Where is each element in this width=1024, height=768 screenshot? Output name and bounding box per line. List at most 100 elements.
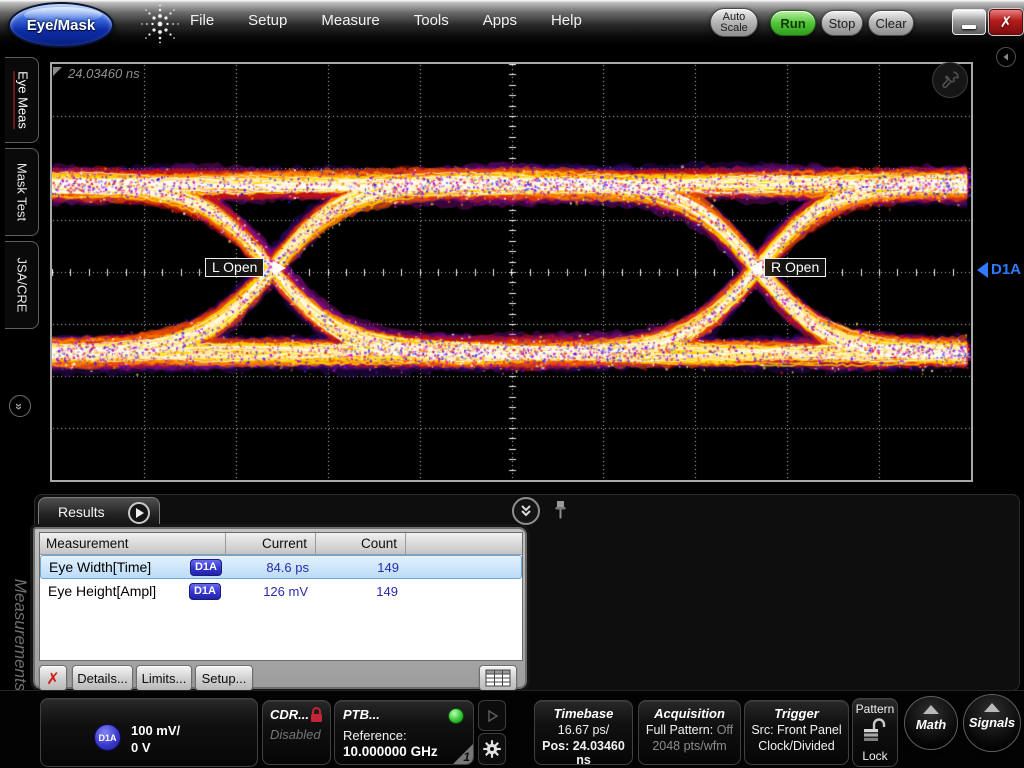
trigger-panel[interactable]: Trigger Src: Front Panel Clock/Divided [744, 700, 849, 765]
measurement-name: Eye Width[Time] [49, 559, 151, 575]
acquisition-points: 2048 pts/wfm [639, 739, 740, 753]
results-table-header: Measurement Current Count [40, 533, 522, 555]
tab-jsa-cre-label: JSA/CRE [14, 258, 29, 313]
tab-mask-test[interactable]: Mask Test [5, 148, 39, 236]
minimize-button[interactable] [952, 9, 986, 35]
auto-scale-button[interactable]: Auto Scale [710, 8, 758, 37]
tab-jsa-cre[interactable]: JSA/CRE [5, 241, 39, 329]
setup-button[interactable]: Setup... [195, 665, 253, 691]
menu-apps[interactable]: Apps [483, 12, 517, 29]
titlebar: Eye/Mask File Setup Measure Tools Apps H… [0, 0, 1024, 45]
menu-setup[interactable]: Setup [248, 12, 287, 29]
agilent-spark-icon [138, 3, 182, 45]
pushpin-icon [552, 500, 569, 522]
timebase-scale: 16.67 ps/ [535, 723, 632, 737]
cdr-title: CDR... [270, 707, 309, 722]
column-current: Current [226, 533, 316, 554]
play-outline-icon [484, 708, 500, 724]
triangle-up-icon [923, 705, 939, 714]
cdr-panel[interactable]: CDR... Disabled [262, 700, 331, 765]
channel-offset: 0 V [131, 740, 151, 755]
table-view-button[interactable] [479, 665, 517, 691]
limits-button[interactable]: Limits... [136, 665, 192, 691]
timebase-panel[interactable]: Timebase 16.67 ps/ Pos: 24.03460 ns [534, 700, 633, 765]
timebase-title: Timebase [535, 706, 632, 721]
triangle-left-icon [1001, 52, 1011, 62]
pin-panel-button[interactable] [552, 500, 569, 527]
menu-tools[interactable]: Tools [414, 12, 449, 29]
math-label: Math [916, 717, 946, 732]
display-collapse-button[interactable] [996, 47, 1016, 67]
clear-button[interactable]: Clear [868, 10, 914, 36]
measurement-name: Eye Height[Ampl] [48, 583, 156, 599]
results-table: Measurement Current Count Eye Width[Time… [39, 532, 523, 661]
lock-label: Lock [853, 749, 897, 763]
close-icon: ✗ [1000, 13, 1013, 31]
acquisition-pattern: Full Pattern: Off [639, 723, 740, 737]
status-led-icon [448, 708, 464, 724]
tab-mask-test-label: Mask Test [14, 163, 29, 221]
math-button[interactable]: Math [904, 696, 958, 750]
stop-button[interactable]: Stop [821, 10, 863, 36]
run-button[interactable]: Run [770, 10, 816, 36]
channel-badge: D1A [94, 724, 121, 751]
delay-marker-icon [53, 67, 62, 76]
results-body: Measurement Current Count Eye Width[Time… [33, 527, 527, 689]
tab-eye-meas-label: Eye Meas [13, 71, 30, 129]
tab-eye-meas[interactable]: Eye Meas [5, 57, 39, 143]
measurement-count: 149 [316, 584, 406, 599]
l-open-marker[interactable]: L Open [205, 258, 264, 277]
r-open-marker[interactable]: R Open [764, 258, 826, 277]
r-open-label: R Open [771, 259, 819, 275]
run-state-button[interactable] [478, 700, 506, 731]
measurement-current: 84.6 ps [227, 560, 317, 575]
display-tools-button[interactable] [932, 62, 968, 98]
chevron-more-icon: » [12, 402, 27, 409]
measurement-current: 126 mV [226, 584, 316, 599]
acquisition-title: Acquisition [639, 706, 740, 721]
settings-button[interactable] [478, 733, 506, 765]
delete-measurement-button[interactable]: ✗ [39, 665, 67, 691]
channel-level-marker[interactable]: D1A [977, 261, 1021, 278]
menu-help[interactable]: Help [551, 12, 582, 29]
channel-setup-panel[interactable]: D1A 100 mV/ 0 V [40, 698, 258, 767]
details-button[interactable]: Details... [72, 665, 133, 691]
ptb-reference-value: 10.000000 GHz [343, 744, 438, 759]
arrow-right-icon [273, 261, 286, 275]
mode-selector-button[interactable]: Eye/Mask [8, 2, 114, 48]
wrench-icon [939, 69, 961, 91]
table-icon [485, 669, 511, 687]
timebase-position: Pos: 24.03460 ns [535, 739, 632, 765]
chevron-double-down-icon [516, 501, 536, 521]
ptb-reference-label: Reference: [343, 728, 407, 743]
pattern-label: Pattern [853, 702, 897, 716]
results-tab[interactable]: Results [38, 497, 160, 528]
table-row-eye-height[interactable]: Eye Height[Ampl] D1A 126 mV 149 [40, 579, 522, 603]
acquisition-panel[interactable]: Acquisition Full Pattern: Off 2048 pts/w… [638, 700, 741, 765]
trigger-source: Src: Front Panel [745, 723, 848, 737]
results-panel: Results Measurement Current Count Eye Wi… [33, 497, 527, 689]
eye-diagram-canvas[interactable] [52, 64, 971, 480]
waveform-display[interactable]: 24.03460 ns L Open R Open [50, 62, 973, 482]
channel-marker-label: D1A [991, 261, 1021, 278]
cdr-status: Disabled [270, 727, 321, 742]
sidebar-expand-button[interactable]: » [9, 395, 31, 417]
signals-button[interactable]: Signals [963, 694, 1021, 752]
statusbar: D1A 100 mV/ 0 V CDR... Disabled PTB... R… [0, 690, 1024, 768]
measurements-panel-label: Measurements [10, 579, 30, 691]
arrow-left-icon [749, 261, 762, 275]
menu-measure[interactable]: Measure [321, 12, 379, 29]
l-open-label: L Open [212, 259, 257, 275]
close-button[interactable]: ✗ [989, 9, 1023, 35]
pattern-lock-panel[interactable]: Pattern Lock [852, 698, 898, 767]
table-row-eye-width[interactable]: Eye Width[Time] D1A 84.6 ps 149 [40, 555, 522, 579]
play-icon [130, 504, 148, 522]
delay-readout: 24.03460 ns [68, 66, 140, 81]
ptb-panel[interactable]: PTB... Reference: 10.000000 GHz 1 [334, 700, 474, 765]
source-badge: D1A [190, 559, 222, 576]
results-minimize-button[interactable] [512, 497, 540, 525]
instrument-window: Eye/Mask File Setup Measure Tools Apps H… [0, 0, 1024, 768]
mode-label: Eye/Mask [27, 17, 95, 34]
results-play-button[interactable] [128, 502, 150, 524]
menu-file[interactable]: File [190, 12, 214, 29]
